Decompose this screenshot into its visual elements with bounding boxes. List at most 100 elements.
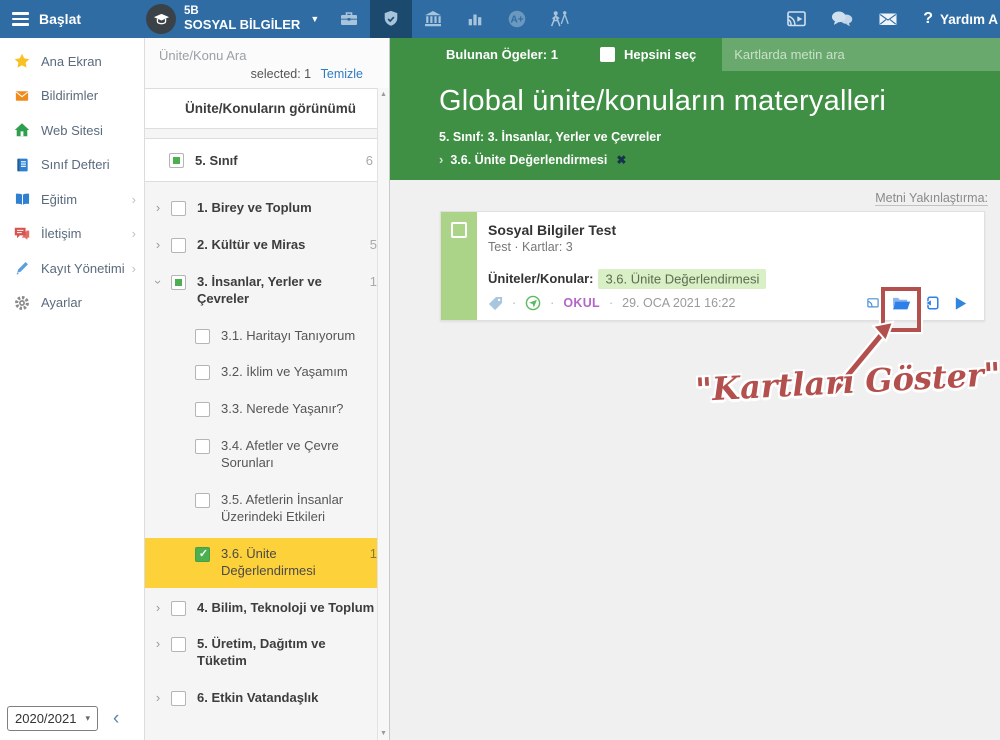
sidebar-item-ayarlar[interactable]: Ayarlar [0,286,144,321]
tree-root-row[interactable]: 5. Sınıf 6 [145,138,389,182]
tree-item-3-6-unite-degerlendirmesi[interactable]: 3.6. Ünite Değerlendirmesi 1 [145,537,389,588]
sidebar-item-sinif-defteri[interactable]: Sınıf Defteri [0,148,144,183]
tree-checkbox[interactable] [195,328,210,344]
start-button[interactable]: Başlat [39,11,81,27]
chevron-right-icon[interactable]: › [145,600,171,616]
tree-checkbox[interactable] [195,493,210,509]
card-actions [867,286,970,332]
chat-bubbles-icon[interactable] [831,9,853,29]
chevron-down-icon: ▼ [310,14,320,24]
chevron-right-icon[interactable]: › [145,690,171,706]
tree-checkbox[interactable] [171,274,186,290]
collapse-sidebar-button[interactable]: ‹ [113,709,119,728]
tree-checkbox[interactable] [171,237,186,253]
chevron-right-icon[interactable]: › [145,237,171,253]
star-icon [13,53,31,70]
text-zoom-control[interactable]: Metni Yakınlaştırma: [875,191,988,206]
chevron-right-icon: › [439,152,444,167]
bar-chart-icon[interactable] [454,0,496,38]
school-year-select[interactable]: 2020/2021 ▾ [7,706,98,731]
tree-checkbox[interactable] [171,637,186,653]
unit-search-input[interactable] [157,47,377,64]
scroll-down-icon[interactable]: ▼ [380,730,387,737]
tree-item-count: 1 [369,545,377,561]
help-button[interactable]: ? Yardım A [923,10,998,28]
chevron-down-icon[interactable]: › [150,269,166,295]
main-content: Bulunan Ögeler: 1 Hepsini seç Global üni… [390,38,1000,740]
globe-share-icon[interactable] [525,295,541,311]
tree-item-label: 6. Etkin Vatandaşlık [197,690,319,706]
tree-item-3-2-i-klim-ve-yasamim[interactable]: 3.2. İklim ve Yaşamım [145,356,389,389]
green-header: Bulunan Ögeler: 1 Hepsini seç Global üni… [390,38,1000,180]
remove-filter-icon[interactable]: ✖ [616,153,626,167]
sidebar-item-egitim[interactable]: Eğitim › [0,182,144,217]
card-checkbox[interactable] [451,222,467,238]
tree-item-3-4-afetler-ve-cevre-sorunlari[interactable]: 3.4. Afetler ve Çevre Sorunları [145,430,389,480]
annotation-text: "Kartları Göster" [694,355,1000,409]
select-all-checkbox[interactable] [599,47,615,62]
results-toolbar: Bulunan Ögeler: 1 Hepsini seç [390,38,1000,71]
breadcrumb-parent: 5. Sınıf: 3. İnsanlar, Yerler ve Çevrele… [439,130,662,144]
tag-icon[interactable] [488,296,503,311]
tree-root-label: 5. Sınıf [195,152,238,168]
mail-icon[interactable] [877,9,899,29]
app: Başlat 5B SOSYAL BİLGİLER ▼ A+ ? Yardım … [0,0,1000,740]
tree-checkbox[interactable] [171,201,186,216]
scroll-up-icon[interactable]: ▲ [380,91,387,98]
tree-checkbox[interactable] [195,546,211,562]
chevron-right-icon[interactable]: › [145,636,171,652]
tree-scrollbar[interactable]: ▲ ▼ [377,88,389,740]
bank-icon[interactable] [412,0,454,38]
present-icon[interactable] [924,295,940,311]
sidebar-item-i-letisim[interactable]: İletişim › [0,217,144,252]
card-text-search-input[interactable] [722,38,1000,71]
tree-item-label: 3.6. Ünite Değerlendirmesi [221,545,316,578]
tree-item-3-1-haritayi-taniyorum[interactable]: 3.1. Haritayı Tanıyorum [145,320,389,353]
tree-checkbox[interactable] [195,365,210,381]
card-title: Sosyal Bilgiler Test [488,222,617,238]
play-icon[interactable] [953,296,968,311]
shield-check-icon[interactable] [370,0,412,38]
tree-view-header: Ünite/Konuların görünümü [145,89,389,129]
found-items-count: Bulunan Ögeler: 1 [446,47,558,62]
show-cards-folder-icon[interactable] [892,296,911,311]
tree-item-2-kultur-ve-miras[interactable]: › 2. Kültür ve Miras 5 [145,229,389,262]
chevron-right-icon[interactable]: › [145,200,171,216]
select-all-control[interactable]: Hepsini seç [599,47,696,62]
tree-item-5-uretim-dagitim-ve-tuketim[interactable]: › 5. Üretim, Dağıtım ve Tüketim [145,628,389,678]
tree-checkbox[interactable] [171,600,186,616]
sidebar-item-web-sitesi[interactable]: Web Sitesi [0,113,144,148]
sidebar-item-ana-ekran[interactable]: Ana Ekran [0,44,144,79]
tree-item-label: 3.3. Nerede Yaşanır? [221,401,344,417]
tree-item-4-bilim-teknoloji-ve-toplum[interactable]: › 4. Bilim, Teknoloji ve Toplum [145,592,389,625]
students-walking-icon[interactable] [538,0,580,38]
graduation-cap-icon [146,4,176,34]
tree-item-1-birey-ve-toplum[interactable]: › 1. Birey ve Toplum [145,192,389,225]
page-title: Global ünite/konuların materyalleri [439,85,887,117]
tree-item-label: 3.4. Afetler ve Çevre Sorunları [221,438,339,471]
briefcase-icon[interactable] [328,0,370,38]
sidebar-item-label: Ayarlar [41,295,82,311]
tree-item-6-etkin-vatandaslik[interactable]: › 6. Etkin Vatandaşlık [145,682,389,715]
tree-checkbox[interactable] [171,691,186,707]
sidebar-item-kayit-yonetimi[interactable]: Kayıt Yönetimi › [0,251,144,286]
tree-checkbox[interactable] [195,439,210,455]
grade-a-plus-icon[interactable]: A+ [496,0,538,38]
chevron-down-icon: ▾ [85,713,90,723]
cast-small-icon[interactable] [867,297,879,309]
breadcrumb: › 3.6. Ünite Değerlendirmesi ✖ [439,152,1000,167]
cast-screen-icon[interactable] [786,9,807,29]
sidebar-item-label: Bildirimler [41,88,99,104]
owner-badge: OKUL [563,296,600,310]
tree-checkbox[interactable] [195,402,210,418]
material-card[interactable]: Sosyal Bilgiler Test Test · Kartlar: 3 Ü… [440,211,985,332]
tree-item-3-3-nerede-yasanir[interactable]: 3.3. Nerede Yaşanır? [145,393,389,426]
clear-selection-link[interactable]: Temizle [321,67,363,81]
root-checkbox[interactable] [169,153,184,168]
sidebar-item-label: Eğitim [41,191,78,207]
tree-item-3-5-afetlerin-i-nsanlar-uzerindeki-etkileri[interactable]: 3.5. Afetlerin İnsanlar Üzerindeki Etkil… [145,484,389,534]
tree-item-3-i-nsanlar-yerler-ve-cevreler[interactable]: › 3. İnsanlar, Yerler ve Çevreler 1 [145,266,389,316]
menu-icon[interactable] [12,12,29,26]
class-selector[interactable]: 5B SOSYAL BİLGİLER ▼ [146,0,319,38]
sidebar-item-bildirimler[interactable]: Bildirimler [0,79,144,114]
